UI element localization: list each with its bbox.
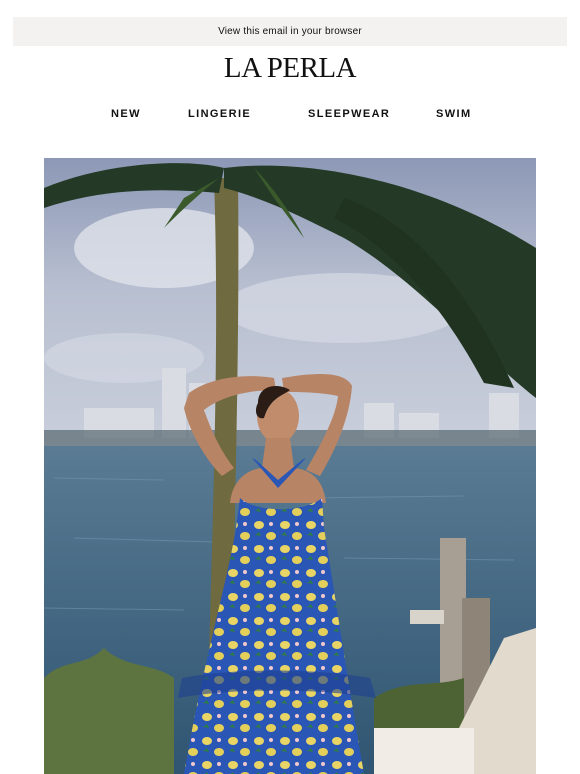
dock-post bbox=[410, 610, 444, 624]
nav-item-new[interactable]: NEW bbox=[111, 108, 141, 120]
main-nav: NEW LINGERIE SLEEPWEAR SWIM bbox=[0, 108, 580, 124]
view-in-browser-link[interactable]: View this email in your browser bbox=[218, 26, 362, 37]
hero-illustration bbox=[44, 158, 536, 774]
nav-item-lingerie[interactable]: LINGERIE bbox=[188, 108, 251, 120]
hero-image[interactable] bbox=[44, 158, 536, 774]
nav-item-sleepwear[interactable]: SLEEPWEAR bbox=[308, 108, 390, 120]
nav-item-swim[interactable]: SWIM bbox=[436, 108, 472, 120]
brand-logo[interactable]: LA PERLA bbox=[0, 52, 580, 85]
view-in-browser-bar: View this email in your browser bbox=[13, 17, 567, 46]
